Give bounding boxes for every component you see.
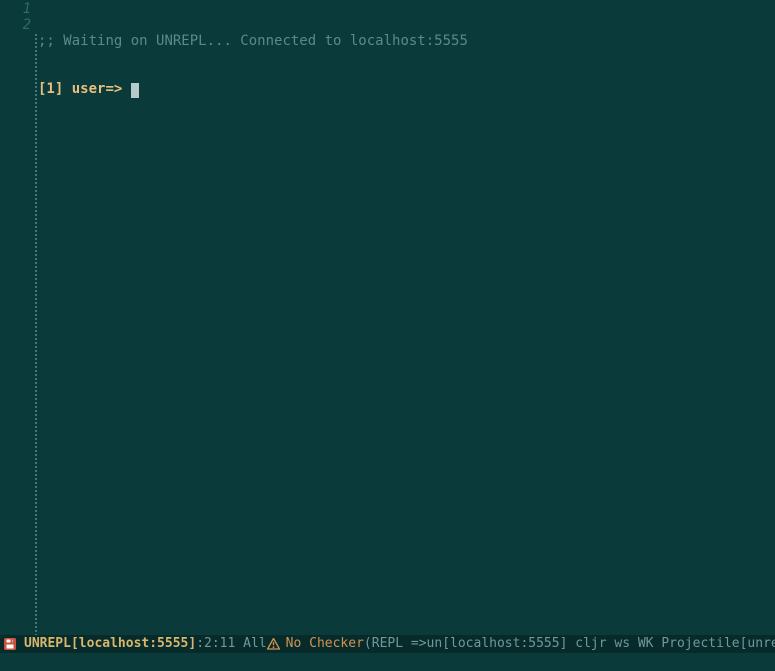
line-number-gutter: 1 2: [0, 0, 35, 635]
prompt-namespace: user=>: [63, 81, 130, 97]
text-area[interactable]: ;; Waiting on UNREPL... Connected to loc…: [38, 0, 775, 635]
buffer-name: UNREPL[localhost:5555]: [24, 635, 196, 653]
warning-icon: [267, 638, 280, 650]
minibuffer[interactable]: [0, 653, 775, 671]
repl-message-line: ;; Waiting on UNREPL... Connected to loc…: [38, 33, 775, 49]
prompt-counter: [1]: [38, 81, 63, 97]
mode-line[interactable]: UNREPL[localhost:5555]:2:11 All No Check…: [0, 635, 775, 653]
buffer-area[interactable]: 1 2 ;; Waiting on UNREPL... Connected to…: [0, 0, 775, 635]
line-number: 2: [0, 17, 31, 33]
repl-prompt-line[interactable]: [1] user=>: [38, 81, 775, 97]
buffer-position: :2:11 All: [196, 635, 266, 653]
comment-text: Waiting on UNREPL... Connected to localh…: [63, 33, 468, 49]
line-number: 1: [0, 1, 31, 17]
comment-prefix: ;;: [38, 33, 63, 49]
text-cursor: [131, 83, 139, 98]
minor-modes: (REPL =>un[localhost:5555] cljr ws WK Pr…: [364, 635, 775, 653]
repl-editor: 1 2 ;; Waiting on UNREPL... Connected to…: [0, 0, 775, 671]
flycheck-status: No Checker: [286, 635, 364, 653]
save-icon: [4, 638, 16, 650]
